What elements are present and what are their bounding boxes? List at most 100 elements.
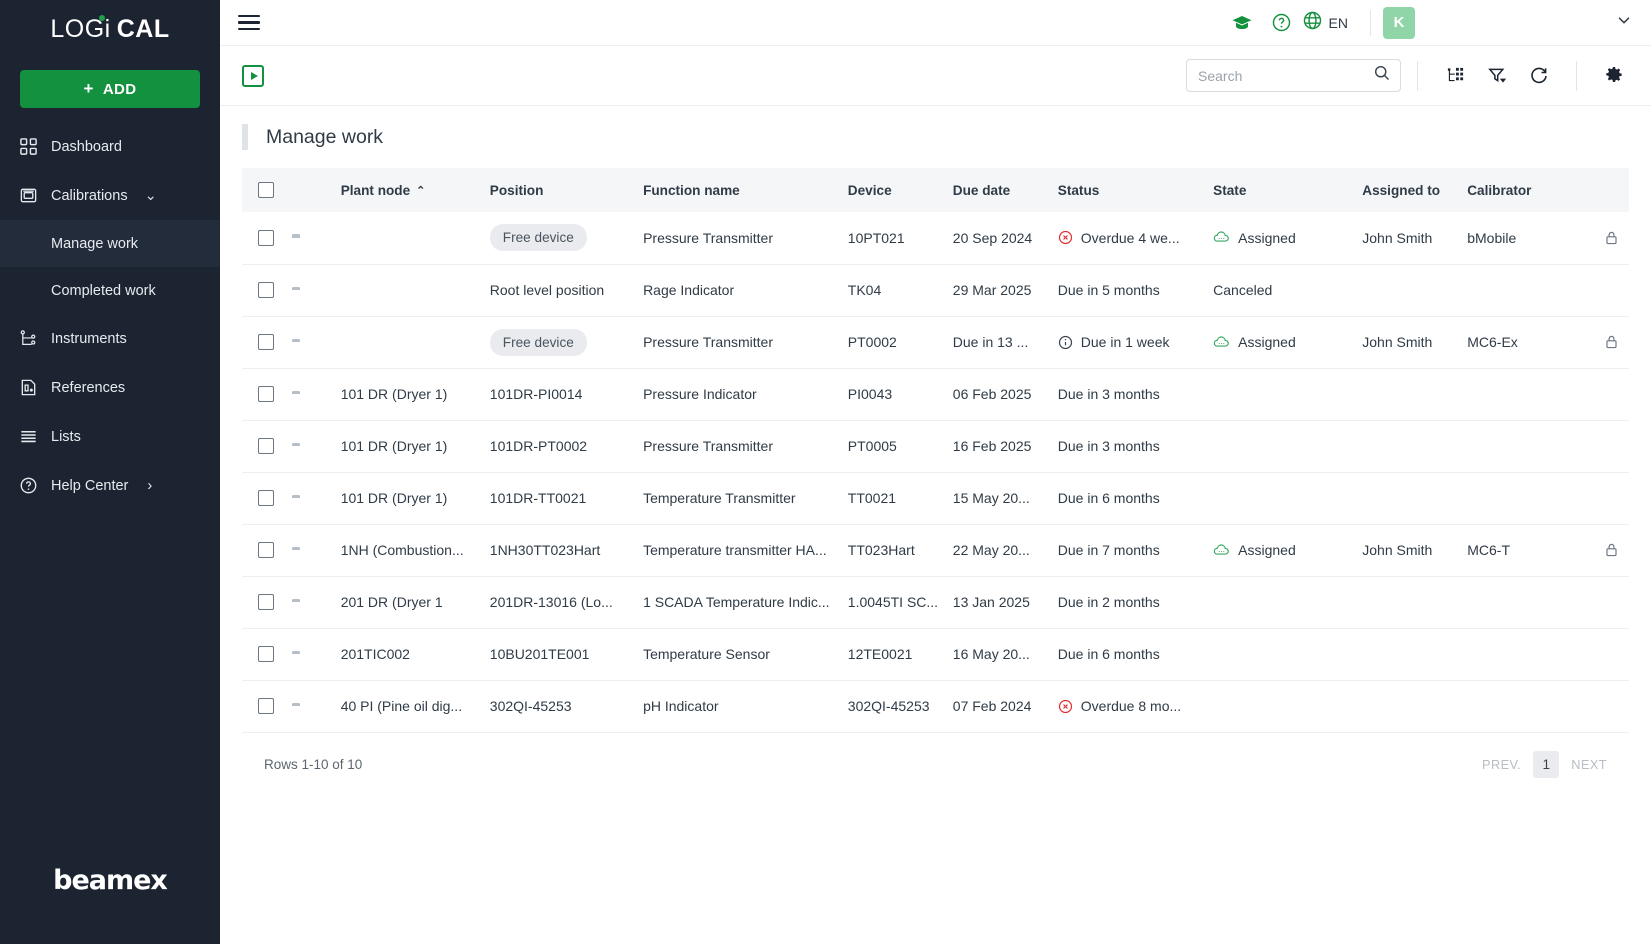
error-circle-icon — [1058, 230, 1073, 245]
row-checkbox[interactable] — [258, 386, 274, 402]
help-question-icon[interactable] — [1262, 0, 1302, 46]
table-row[interactable]: Free device Pressure Transmitter 10PT021 20… — [242, 212, 1629, 264]
cell-select[interactable] — [242, 420, 292, 472]
cell-status: Due in 3 months — [1057, 386, 1160, 402]
sidebar-item-instruments[interactable]: Instruments — [0, 314, 220, 363]
cell-plant-node — [341, 212, 490, 264]
header-plant-node[interactable]: Plant node ⌃ — [341, 168, 490, 212]
tree-structure-icon[interactable] — [1434, 55, 1476, 97]
search-icon[interactable] — [1373, 64, 1391, 87]
avatar[interactable]: K — [1383, 6, 1415, 39]
cell-plant-node: 40 PI (Pine oil dig... — [340, 698, 463, 714]
lock-icon[interactable] — [1604, 542, 1619, 558]
cell-state: Assigned — [1238, 542, 1296, 558]
table-row[interactable]: 201 DR (Dryer 1 201DR-13016 (Lo... 1 SCADA… — [242, 576, 1629, 628]
cell-status-wrap: Overdue 4 we... — [1058, 212, 1213, 264]
table-row[interactable]: 201TIC002 10BU201TE001 Temperature Sensor 1… — [242, 628, 1629, 680]
cell-state-wrap: Assigned — [1213, 316, 1362, 368]
cell-assigned-to — [1362, 628, 1467, 680]
sidebar-item-manage-work-label: Manage work — [51, 235, 139, 252]
cell-assigned-to — [1362, 576, 1467, 628]
table-footer: Rows 1-10 of 10 PREV. 1 NEXT — [242, 733, 1629, 778]
select-all-checkbox[interactable] — [258, 182, 274, 198]
cell-position-wrap: Free device — [489, 316, 643, 368]
cell-folder — [292, 472, 340, 524]
table-row[interactable]: 101 DR (Dryer 1) 101DR-PT0002 Pressure Tra… — [242, 420, 1629, 472]
refresh-icon[interactable] — [1518, 55, 1560, 97]
cell-position: 1NH30TT023Hart — [489, 542, 601, 558]
cell-calibrator — [1467, 264, 1585, 316]
table-row[interactable]: Root level position Rage Indicator TK04 29 … — [242, 264, 1629, 316]
sidebar-item-help-center[interactable]: Help Center › — [0, 461, 220, 510]
cell-select[interactable] — [242, 316, 292, 368]
row-checkbox[interactable] — [258, 438, 274, 454]
cell-lock — [1585, 264, 1629, 316]
language-selector[interactable]: EN — [1302, 10, 1358, 36]
play-box-icon[interactable] — [242, 64, 264, 87]
cell-select[interactable] — [242, 212, 292, 264]
header-function-name[interactable]: Function name — [643, 168, 848, 212]
graduation-cap-icon[interactable] — [1222, 0, 1262, 46]
lock-icon[interactable] — [1604, 230, 1619, 246]
add-button[interactable]: + ADD — [20, 70, 200, 108]
cell-device: PT0002 — [847, 334, 897, 350]
sidebar-item-references[interactable]: References — [0, 363, 220, 412]
pagination-prev[interactable]: PREV. — [1482, 757, 1521, 772]
table-row[interactable]: Free device Pressure Transmitter PT0002 Due… — [242, 316, 1629, 368]
cell-position: 101DR-PI0014 — [489, 386, 583, 402]
search-box[interactable] — [1186, 59, 1401, 92]
cell-state-wrap: Assigned — [1213, 524, 1362, 576]
row-checkbox[interactable] — [258, 490, 274, 506]
cell-select[interactable] — [242, 368, 292, 420]
table-row[interactable]: 1NH (Combustion... 1NH30TT023Hart Temperat… — [242, 524, 1629, 576]
filter-icon[interactable] — [1476, 55, 1518, 97]
row-checkbox[interactable] — [258, 282, 274, 298]
search-input[interactable] — [1198, 67, 1373, 84]
header-calibrator[interactable]: Calibrator — [1467, 168, 1585, 212]
pagination-next[interactable]: NEXT — [1571, 757, 1607, 772]
hamburger-icon[interactable] — [238, 14, 260, 31]
sidebar-item-completed-work[interactable]: Completed work — [0, 267, 220, 314]
row-checkbox[interactable] — [258, 229, 274, 246]
sidebar-item-lists[interactable]: Lists — [0, 412, 220, 461]
header-state[interactable]: State — [1213, 168, 1362, 212]
row-checkbox[interactable] — [258, 646, 274, 662]
header-device[interactable]: Device — [848, 168, 953, 212]
table-row[interactable]: 40 PI (Pine oil dig... 302QI-45253 pH Indi… — [242, 680, 1629, 732]
sidebar-item-calibrations[interactable]: Calibrations ⌄ — [0, 171, 220, 220]
cell-select[interactable] — [242, 576, 292, 628]
cell-state-wrap — [1213, 680, 1362, 732]
cell-calibrator — [1467, 576, 1585, 628]
header-position[interactable]: Position — [490, 168, 643, 212]
cell-select[interactable] — [242, 472, 292, 524]
cell-function-name: Temperature transmitter HA... — [643, 542, 827, 558]
sidebar-item-dashboard[interactable]: Dashboard — [0, 122, 220, 171]
row-checkbox[interactable] — [258, 334, 274, 350]
cell-folder — [292, 576, 340, 628]
cell-plant-node: 201 DR (Dryer 1 — [340, 594, 443, 610]
cell-position-wrap: Root level position — [490, 264, 643, 316]
gear-icon[interactable] — [1593, 55, 1635, 97]
cell-plant-node: 201TIC002 — [340, 646, 410, 662]
table-row[interactable]: 101 DR (Dryer 1) 101DR-TT0021 Temperature … — [242, 472, 1629, 524]
lock-icon[interactable] — [1604, 334, 1619, 350]
pagination-page-1[interactable]: 1 — [1533, 750, 1560, 778]
cell-plant-node — [341, 316, 490, 368]
cell-select[interactable] — [242, 680, 292, 732]
table-row[interactable]: 101 DR (Dryer 1) 101DR-PI0014 Pressure Ind… — [242, 368, 1629, 420]
row-checkbox[interactable] — [258, 542, 274, 558]
row-checkbox[interactable] — [258, 594, 274, 610]
row-checkbox[interactable] — [258, 698, 274, 714]
cell-select[interactable] — [242, 264, 292, 316]
header-status[interactable]: Status — [1058, 168, 1213, 212]
header-assigned-to[interactable]: Assigned to — [1362, 168, 1467, 212]
cell-folder — [292, 680, 340, 732]
header-lock — [1585, 168, 1629, 212]
cell-select[interactable] — [242, 628, 292, 680]
sidebar-item-manage-work[interactable]: Manage work — [0, 220, 220, 267]
language-label: EN — [1328, 14, 1348, 31]
cell-device: TK04 — [847, 282, 882, 298]
header-due-date[interactable]: Due date — [953, 168, 1058, 212]
cell-select[interactable] — [242, 524, 292, 576]
topbar-chevron-down-icon[interactable] — [1615, 11, 1633, 34]
